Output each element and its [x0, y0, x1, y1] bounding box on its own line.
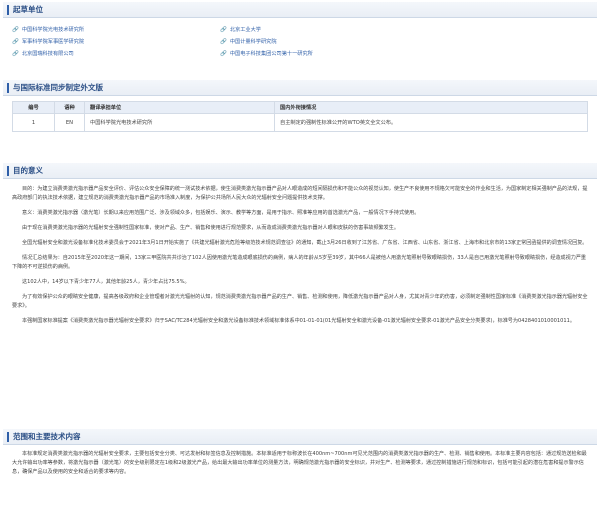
purpose-header: 目的意义 — [3, 163, 597, 179]
cell-language: EN — [54, 113, 85, 132]
drafting-units-section: 起草单位 — [3, 2, 597, 18]
section-marker — [7, 165, 9, 176]
column-header-language: 语种 — [54, 101, 85, 114]
paragraph: 全国光辐射安全和激光设备标准化技术委员会于2021年3月1日开始实施了《共建光辐… — [22, 240, 588, 246]
link-icon: 🔗 — [220, 26, 227, 33]
drafting-unit-link[interactable]: 🔗 中国计量科学研究院 — [220, 38, 277, 46]
standard-detail-page: 起草单位 🔗 中国科学院光电技术研究所 🔗 北京工业大学 🔗 军事科学院军事医学研究院… — [0, 0, 600, 513]
column-header-alignment: 国内外衔接情况 — [274, 101, 588, 114]
drafting-unit-link[interactable]: 🔗 中国电子科技集团公司第十一研究所 — [220, 50, 313, 58]
purpose-section: 目的意义 — [3, 163, 597, 179]
drafting-unit-link[interactable]: 🔗 军事科学院军事医学研究院 — [12, 38, 84, 46]
intl-version-table: 编号 语种 翻译承担单位 国内外衔接情况 1 EN 中国科学院光电技术研究所 自… — [12, 101, 588, 132]
scope-header: 范围和主要技术内容 — [3, 429, 597, 445]
table-row: 1 EN 中国科学院光电技术研究所 自主制定的强制性标准公开的WTO英文全文公布… — [12, 113, 588, 132]
purpose-title: 目的意义 — [13, 166, 43, 175]
drafting-units-header: 起草单位 — [3, 2, 597, 18]
paragraph: 这102人中，14岁以下青少年77人，其他年龄25人，青少年占比75.5%。 — [22, 279, 190, 285]
cell-number: 1 — [12, 113, 55, 132]
cell-alignment: 自主制定的强制性标准公开的WTO英文全文公布。 — [274, 113, 588, 132]
link-icon: 🔗 — [220, 50, 227, 57]
drafting-unit-link[interactable]: 🔗 北京国瑞科技有限公司 — [12, 50, 74, 58]
column-header-translator: 翻译承担单位 — [84, 101, 275, 114]
section-marker — [7, 4, 9, 15]
paragraph: 目的：为建立消费类激光指示器产品安全评价、评估公众安全保障的统一测试技术依据，使… — [12, 186, 588, 201]
paragraph: 为了有效保护公众的眼睛安全健康，提高各级政府和企业管理者对激光光辐射的认知，规范… — [12, 294, 588, 309]
paragraph: 本标准规定消费类激光指示器的光辐射安全要求，主要包括安全分类、可达发射和标签信息… — [12, 451, 587, 475]
drafting-unit-link[interactable]: 🔗 中国科学院光电技术研究所 — [12, 26, 84, 34]
column-header-number: 编号 — [12, 101, 55, 114]
purpose-text: 目的：为建立消费类激光指示器产品安全评价、评估公众安全保障的统一测试技术依据，使… — [12, 185, 588, 332]
intl-version-section: 与国际标准同步制定外文版 — [3, 80, 597, 96]
link-icon: 🔗 — [12, 26, 19, 33]
scope-section: 范围和主要技术内容 — [3, 429, 597, 445]
drafting-units-title: 起草单位 — [13, 5, 43, 14]
scope-title: 范围和主要技术内容 — [13, 432, 81, 441]
paragraph: 由于现在消费类激光指示器的光辐射安全强制性国家标准，使对产品、生产、销售和使用进… — [22, 225, 399, 231]
table-header-row: 编号 语种 翻译承担单位 国内外衔接情况 — [12, 101, 588, 114]
paragraph: 情况汇总结果为：自2015年至2020年这一期间，13家三甲医院共共诊治了102… — [12, 255, 587, 270]
paragraph: 意义：消费类激光指示器（激光笔）长期以来应用范围广泛、涉及领域众多，包括娱乐、演… — [22, 210, 420, 216]
scope-text: 本标准规定消费类激光指示器的光辐射安全要求，主要包括安全分类、可达发射和标签信息… — [12, 450, 588, 483]
link-icon: 🔗 — [12, 50, 19, 57]
intl-version-title: 与国际标准同步制定外文版 — [13, 83, 103, 92]
intl-version-header: 与国际标准同步制定外文版 — [3, 80, 597, 96]
section-marker — [7, 431, 9, 442]
drafting-unit-link[interactable]: 🔗 北京工业大学 — [220, 26, 261, 34]
section-marker — [7, 82, 9, 93]
cell-translator: 中国科学院光电技术研究所 — [84, 113, 275, 132]
link-icon: 🔗 — [12, 38, 19, 45]
link-icon: 🔗 — [220, 38, 227, 45]
paragraph: 本强制国家标准提案《消费类激光指示器光辐射安全要求》归于SAC/TC284光辐射… — [22, 318, 575, 324]
